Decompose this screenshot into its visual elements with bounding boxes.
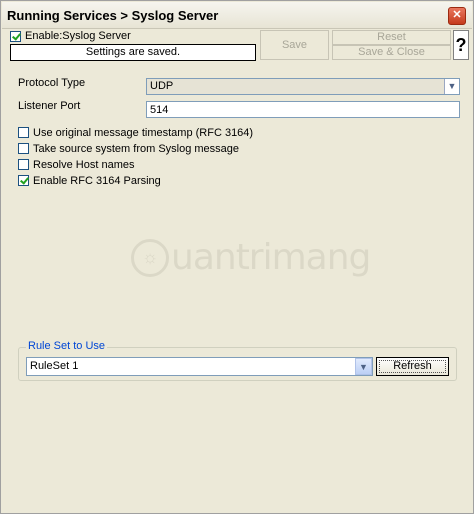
option-checkbox[interactable] (18, 143, 29, 154)
protocol-type-label: Protocol Type (18, 77, 86, 89)
option-use-original-timestamp[interactable]: Use original message timestamp (RFC 3164… (18, 126, 253, 139)
option-label: Take source system from Syslog message (33, 142, 240, 155)
protocol-type-value: UDP (150, 80, 174, 92)
window-frame: Running Services > Syslog Server ✕ Enabl… (0, 0, 474, 514)
watermark: ☼ uantrimang (131, 237, 371, 278)
option-take-source-system[interactable]: Take source system from Syslog message (18, 142, 239, 155)
save-close-button[interactable]: Save & Close (332, 45, 451, 60)
option-label: Resolve Host names (33, 158, 135, 171)
enable-syslog-checkbox[interactable] (10, 30, 21, 42)
ruleset-value: RuleSet 1 (30, 360, 79, 372)
title-bar: Running Services > Syslog Server ✕ (2, 2, 472, 29)
option-checkbox[interactable] (18, 159, 29, 170)
save-button[interactable]: Save (260, 30, 329, 60)
option-label: Enable RFC 3164 Parsing (33, 174, 161, 187)
listener-port-label: Listener Port (18, 100, 81, 112)
ruleset-select[interactable]: RuleSet 1 ▼ (26, 357, 373, 376)
chevron-down-icon[interactable]: ▼ (355, 358, 372, 375)
option-checkbox[interactable] (18, 127, 29, 138)
reset-button[interactable]: Reset (332, 30, 451, 45)
enable-syslog-label: Enable:Syslog Server (25, 30, 131, 42)
option-checkbox[interactable] (18, 175, 29, 186)
enable-syslog-checkbox-row[interactable]: Enable:Syslog Server (10, 29, 131, 43)
option-label: Use original message timestamp (RFC 3164… (33, 126, 254, 139)
help-button[interactable]: ? (453, 30, 469, 60)
window-title: Running Services > Syslog Server (7, 8, 219, 23)
refresh-button[interactable]: Refresh (376, 357, 449, 376)
status-message: Settings are saved. (10, 44, 256, 61)
watermark-text: uantrimang (171, 237, 371, 278)
ruleset-group-title: Rule Set to Use (26, 340, 108, 352)
listener-port-input[interactable] (146, 101, 460, 118)
lightbulb-icon: ☼ (131, 238, 169, 277)
close-icon[interactable]: ✕ (448, 7, 466, 25)
option-enable-rfc3164-parsing[interactable]: Enable RFC 3164 Parsing (18, 174, 161, 187)
protocol-type-select[interactable]: UDP ▼ (146, 78, 460, 95)
chevron-down-icon[interactable]: ▼ (444, 79, 459, 94)
option-resolve-host-names[interactable]: Resolve Host names (18, 158, 135, 171)
